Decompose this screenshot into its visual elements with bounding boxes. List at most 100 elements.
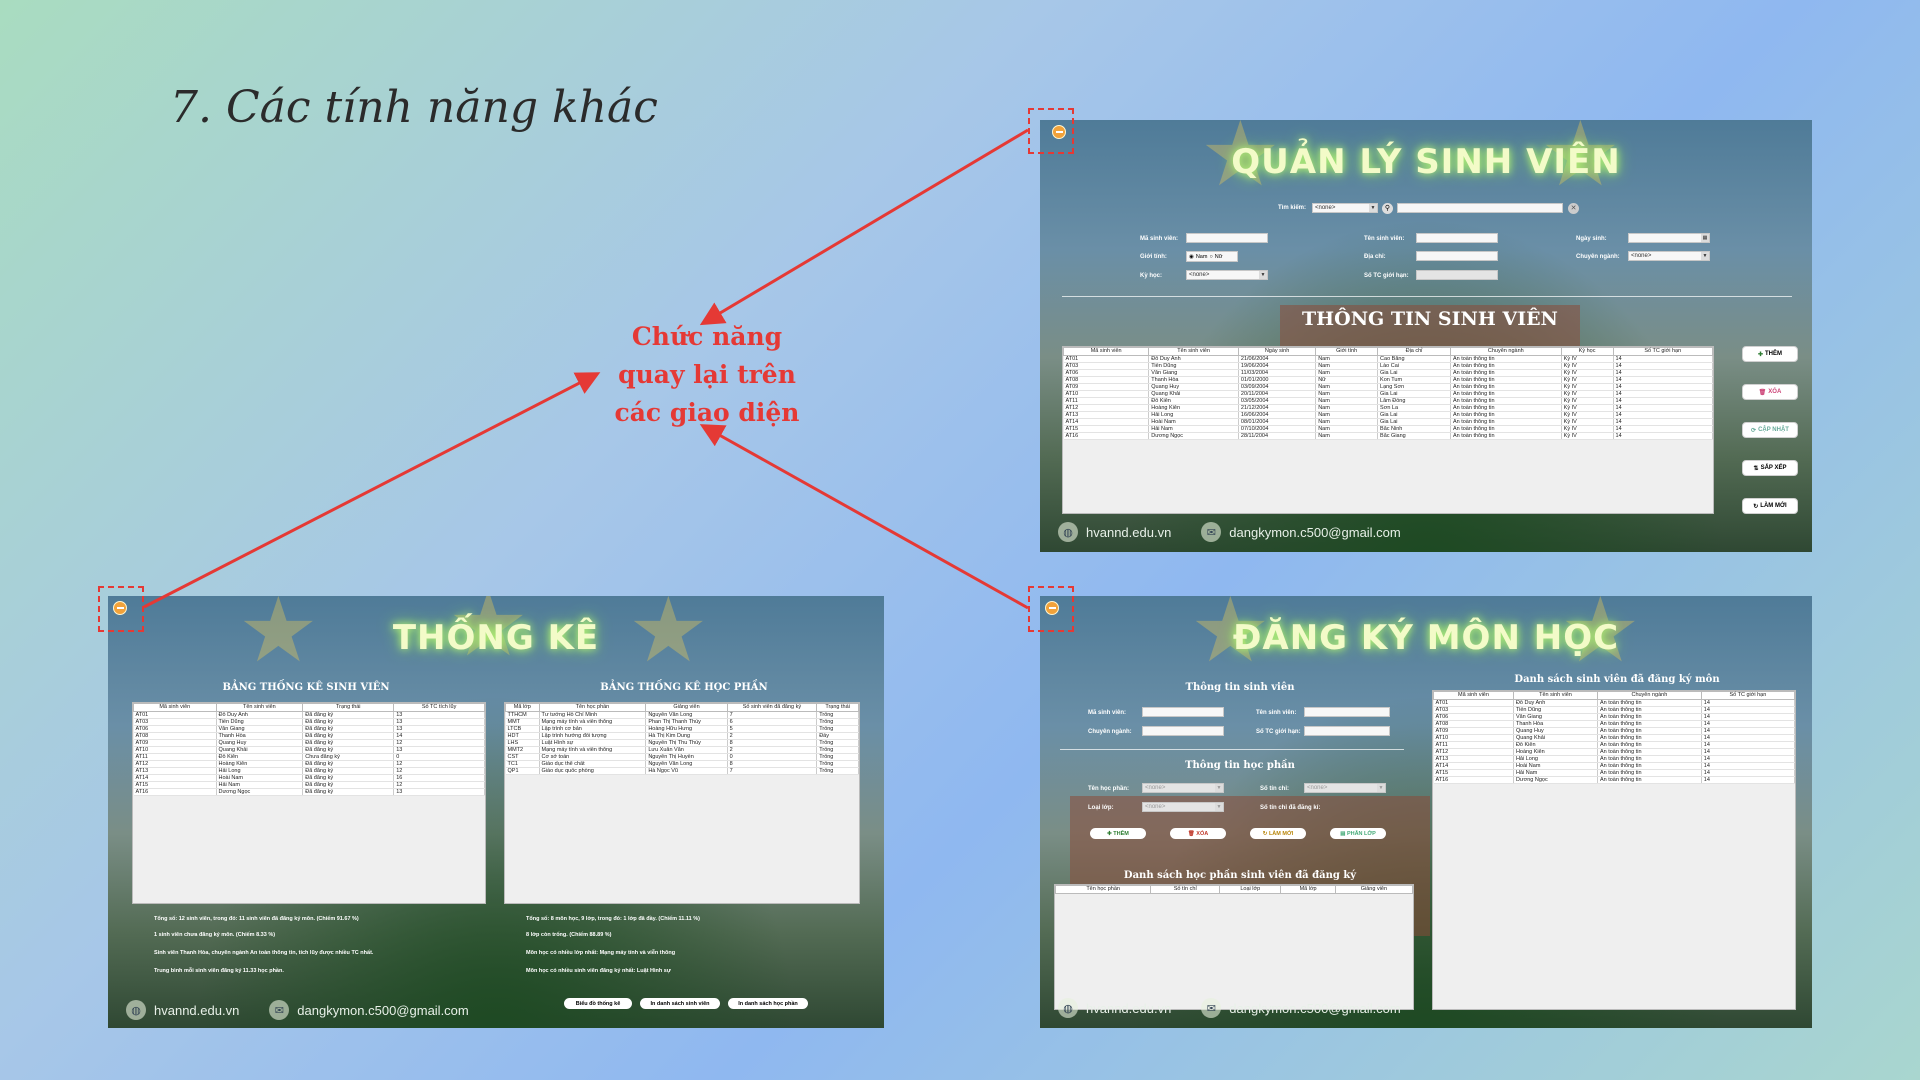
- table-row[interactable]: AT13 Hải Long An toàn thông tin 14: [1433, 755, 1795, 763]
- column-header[interactable]: Mã lớp: [1280, 885, 1336, 894]
- column-header[interactable]: Số sinh viên đã đăng ký: [726, 703, 818, 712]
- table-row[interactable]: AT08 Thanh Hòa Đã đăng ký 14: [133, 732, 485, 740]
- table-row[interactable]: CST Cơ sở toán Nguyễn Thị Huyền 0 Trống: [505, 753, 859, 761]
- table-row[interactable]: AT12 Hoàng Kiên 21/12/2004 Nam Sơn La An toàn…: [1063, 404, 1713, 412]
- ngay-sinh-input[interactable]: ▦: [1628, 233, 1710, 243]
- table-row[interactable]: AT13 Hải Long 16/06/2004 Nam Gia Lai An toàn …: [1063, 411, 1713, 419]
- table-row[interactable]: AT09 Quang Huy Đã đăng ký 12: [133, 739, 485, 747]
- dia-chi-input[interactable]: [1416, 251, 1498, 261]
- so-tin-chi-select[interactable]: <none> ▼: [1304, 783, 1386, 793]
- table-row[interactable]: HDT Lập trình hướng đối tượng Hà Thị Kim D…: [505, 732, 859, 740]
- column-header[interactable]: Mã sinh viên: [1433, 691, 1514, 700]
- table-row[interactable]: AT08 Thanh Hòa An toàn thông tin 14: [1433, 720, 1795, 728]
- table-row[interactable]: AT03 Tiến Dũng An toàn thông tin 14: [1433, 706, 1795, 714]
- column-header[interactable]: Trạng thái: [816, 703, 859, 712]
- ten-sv-input[interactable]: [1304, 707, 1390, 717]
- table-row[interactable]: AT09 Quang Huy An toàn thông tin 14: [1433, 727, 1795, 735]
- column-header[interactable]: Chuyên ngành: [1596, 691, 1702, 700]
- print-hp-button[interactable]: In danh sách học phần: [728, 998, 808, 1009]
- table-row[interactable]: AT10 Quang Khải An toàn thông tin 14: [1433, 734, 1795, 742]
- column-header[interactable]: Số tín chỉ: [1150, 885, 1221, 894]
- column-header[interactable]: Số TC giới hạn: [1700, 691, 1795, 700]
- table-row[interactable]: AT10 Quang Khải 20/11/2004 Nam Gia Lai An toà…: [1063, 390, 1713, 398]
- table-row[interactable]: AT01 Đỗ Duy Anh Đã đăng ký 13: [133, 711, 485, 719]
- ma-sv-input[interactable]: [1142, 707, 1224, 717]
- table-row[interactable]: AT15 Hải Nam 07/10/2004 Nam Bắc Ninh An toàn …: [1063, 425, 1713, 433]
- radio-male[interactable]: ◉: [1189, 254, 1194, 260]
- column-header[interactable]: Mã lớp: [505, 703, 540, 712]
- so-tc-input[interactable]: [1416, 270, 1498, 280]
- table-row[interactable]: LHS Luật Hình sự Nguyễn Thị Thu Thủy 8 Trống: [505, 739, 859, 747]
- table-row[interactable]: AT03 Tiến Dũng Đã đăng ký 13: [133, 718, 485, 726]
- phan-lop-button[interactable]: ▤ PHÂN LỚP: [1330, 828, 1386, 839]
- calendar-icon[interactable]: ▦: [1701, 234, 1709, 242]
- table-row[interactable]: AT06 Văn Giang 11/03/2004 Nam Gia Lai An toàn…: [1063, 369, 1713, 377]
- add-button[interactable]: ✚ THÊM: [1742, 346, 1798, 362]
- table-row[interactable]: AT08 Thanh Hòa 01/01/2000 Nữ Kon Tum An toàn …: [1063, 376, 1713, 384]
- delete-button[interactable]: 🗑 XÓA: [1170, 828, 1226, 839]
- update-button[interactable]: ⟳ CẬP NHẬT: [1742, 422, 1798, 438]
- table-row[interactable]: AT15 Hải Nam Đã đăng ký 12: [133, 781, 485, 789]
- chuyen-nganh-input[interactable]: [1142, 726, 1224, 736]
- table-row[interactable]: AT14 Hoài Nam Đã đăng ký 16: [133, 774, 485, 782]
- column-header[interactable]: Giới tính: [1315, 347, 1379, 356]
- table-row[interactable]: AT11 Đỗ Kiên Chưa đăng ký 0: [133, 753, 485, 761]
- chart-button[interactable]: Biểu đồ thống kê: [564, 998, 632, 1009]
- table-row[interactable]: AT14 Hoài Nam An toàn thông tin 14: [1433, 762, 1795, 770]
- table-row[interactable]: AT16 Dương Ngọc Đã đăng ký 13: [133, 788, 485, 796]
- table-row[interactable]: AT15 Hải Nam An toàn thông tin 14: [1433, 769, 1795, 777]
- add-button[interactable]: ✚ THÊM: [1090, 828, 1146, 839]
- clear-icon[interactable]: ✕: [1568, 203, 1579, 214]
- table-row[interactable]: AT16 Dương Ngọc An toàn thông tin 14: [1433, 776, 1795, 784]
- table-row[interactable]: AT16 Dương Ngọc 28/11/2004 Nam Bắc Giang An t…: [1063, 432, 1713, 440]
- table-row[interactable]: AT12 Hoàng Kiên Đã đăng ký 12: [133, 760, 485, 768]
- table-row[interactable]: AT11 Đỗ Kiên 03/05/2004 Nam Lâm Đồng An toàn …: [1063, 397, 1713, 405]
- column-header[interactable]: Ngày sinh: [1237, 347, 1317, 356]
- ma-sv-input[interactable]: [1186, 233, 1268, 243]
- sort-button[interactable]: ⇅ SẮP XẾP: [1742, 460, 1798, 476]
- table-row[interactable]: AT01 Đỗ Duy Anh 21/06/2004 Nam Cao Bằng An to…: [1063, 355, 1713, 363]
- table-row[interactable]: AT06 Văn Giang An toàn thông tin 14: [1433, 713, 1795, 721]
- loai-lop-select[interactable]: <none> ▼: [1142, 802, 1224, 812]
- table-row[interactable]: AT14 Hoài Nam 08/01/2004 Nam Gia Lai An toàn …: [1063, 418, 1713, 426]
- table-row[interactable]: AT01 Đỗ Duy Anh An toàn thông tin 14: [1433, 699, 1795, 707]
- radio-female[interactable]: ○: [1209, 254, 1212, 260]
- table-row[interactable]: AT06 Văn Giang Đã đăng ký 13: [133, 725, 485, 733]
- table-row[interactable]: TC1 Giáo dục thể chất Nguyễn Văn Long 8 Trốn…: [505, 760, 859, 768]
- ky-hoc-select[interactable]: <none> ▼: [1186, 270, 1268, 280]
- print-sv-button[interactable]: In danh sách sinh viên: [640, 998, 720, 1009]
- search-icon[interactable]: ⚲: [1382, 203, 1393, 214]
- column-header[interactable]: Mã sinh viên: [1063, 347, 1150, 356]
- column-header[interactable]: Trạng thái: [302, 703, 395, 712]
- table-row[interactable]: QP1 Giáo dục quốc phòng Hà Ngọc Vũ 7 Trống: [505, 767, 859, 775]
- table-row[interactable]: MMT2 Mạng máy tính và viễn thông Lưu Xuân …: [505, 746, 859, 754]
- table-row[interactable]: LTCB Lập trình cơ bản Hoàng Hữu Hưng 5 Trống: [505, 725, 859, 733]
- column-header[interactable]: Chuyên ngành: [1449, 347, 1562, 356]
- column-header[interactable]: Số TC giới hạn: [1612, 347, 1713, 356]
- table-row[interactable]: AT10 Quang Khải Đã đăng ký 13: [133, 746, 485, 754]
- column-header[interactable]: Loại lớp: [1219, 885, 1282, 894]
- column-header[interactable]: Số TC tích lũy: [393, 703, 485, 712]
- column-header[interactable]: Tên sinh viên: [1148, 347, 1239, 356]
- reset-button[interactable]: ↻ LÀM MỚI: [1742, 498, 1798, 514]
- table-row[interactable]: TTHCM Tư tưởng Hồ Chí Minh Nguyễn Văn Long…: [505, 711, 859, 719]
- column-header[interactable]: Kỳ học: [1560, 347, 1614, 356]
- table-row[interactable]: AT09 Quang Huy 03/09/2004 Nam Lạng Sơn An toà…: [1063, 383, 1713, 391]
- search-input[interactable]: [1397, 203, 1563, 213]
- search-select[interactable]: <none> ▼: [1312, 203, 1378, 213]
- so-tc-input[interactable]: [1304, 726, 1390, 736]
- column-header[interactable]: Địa chỉ: [1377, 347, 1451, 356]
- column-header[interactable]: Tên học phần: [538, 703, 647, 712]
- column-header[interactable]: Giảng viên: [1334, 885, 1413, 894]
- table-row[interactable]: AT12 Hoàng Kiên An toàn thông tin 14: [1433, 748, 1795, 756]
- column-header[interactable]: Tên sinh viên: [1512, 691, 1598, 700]
- table-row[interactable]: AT03 Tiến Dũng 19/06/2004 Nam Lào Cai An toàn…: [1063, 362, 1713, 370]
- column-header[interactable]: Mã sinh viên: [133, 703, 217, 712]
- column-header[interactable]: Tên sinh viên: [215, 703, 304, 712]
- table-row[interactable]: AT13 Hải Long Đã đăng ký 12: [133, 767, 485, 775]
- column-header[interactable]: Giảng viên: [645, 703, 728, 712]
- ten-hp-select[interactable]: <none> ▼: [1142, 783, 1224, 793]
- table-row[interactable]: MMT Mạng máy tính và viễn thông Phan Thị T…: [505, 718, 859, 726]
- table-row[interactable]: AT11 Đỗ Kiên An toàn thông tin 14: [1433, 741, 1795, 749]
- column-header[interactable]: Tên học phần: [1055, 885, 1152, 894]
